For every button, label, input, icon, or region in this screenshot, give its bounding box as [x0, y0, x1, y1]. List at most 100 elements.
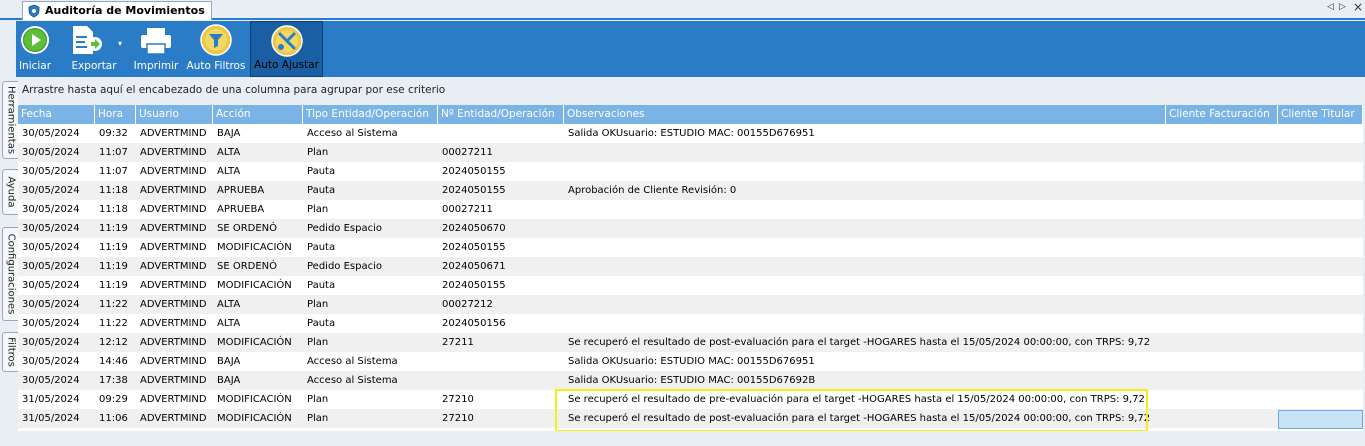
cell-cliente-facturacion[interactable] [1166, 219, 1278, 238]
cell-usuario[interactable]: ADVERTMIND [136, 409, 213, 428]
cell-usuario[interactable]: ADVERTMIND [136, 200, 213, 219]
cell-usuario[interactable]: ADVERTMIND [136, 352, 213, 371]
cell-accion[interactable]: SE ORDENÓ [213, 257, 303, 276]
auto-ajustar-button[interactable]: Auto Ajustar [250, 21, 323, 77]
cell-tipo-entidad[interactable]: Acceso al Sistema [303, 371, 438, 390]
cell-accion[interactable]: ALTA [213, 314, 303, 333]
cell-fecha[interactable]: 30/05/2024 [18, 124, 95, 143]
cell-hora[interactable]: 11:06 [95, 409, 136, 428]
table-row[interactable]: 30/05/2024 17:38 ADVERTMIND BAJA Acceso al S… [18, 371, 1363, 390]
cell-accion[interactable]: APRUEBA [213, 181, 303, 200]
column-header-observaciones[interactable]: Observaciones [564, 105, 1166, 124]
cell-observaciones[interactable]: Se recuperó el resultado de post-evaluac… [564, 409, 1166, 428]
cell-cliente-facturacion[interactable] [1166, 390, 1278, 409]
cell-cliente-facturacion[interactable] [1166, 162, 1278, 181]
cell-observaciones[interactable] [564, 257, 1166, 276]
cell-cliente-facturacion[interactable] [1166, 200, 1278, 219]
tab-scroll-left-icon[interactable]: ◁ [1327, 2, 1334, 12]
cell-tipo-entidad[interactable]: Plan [303, 200, 438, 219]
cell-cliente-titular[interactable] [1278, 295, 1363, 314]
cell-cliente-titular[interactable] [1278, 371, 1363, 390]
cell-usuario[interactable]: ADVERTMIND [136, 257, 213, 276]
cell-observaciones[interactable] [564, 238, 1166, 257]
cell-observaciones[interactable]: Salida OKUsuario: ESTUDIO MAC: 00155D676… [564, 352, 1166, 371]
table-row[interactable]: 30/05/2024 11:19 ADVERTMIND SE ORDENÓ Pedido… [18, 219, 1363, 238]
cell-tipo-entidad[interactable]: Pedido Espacio [303, 257, 438, 276]
cell-numero-entidad[interactable] [438, 124, 564, 143]
cell-tipo-entidad[interactable]: Pauta [303, 238, 438, 257]
table-row[interactable]: 30/05/2024 14:46 ADVERTMIND BAJA Acceso al S… [18, 352, 1363, 371]
cell-cliente-titular[interactable] [1278, 181, 1363, 200]
cell-cliente-facturacion[interactable] [1166, 181, 1278, 200]
cell-usuario[interactable]: ADVERTMIND [136, 181, 213, 200]
cell-observaciones[interactable] [564, 314, 1166, 333]
cell-usuario[interactable]: ADVERTMIND [136, 333, 213, 352]
cell-accion[interactable]: BAJA [213, 124, 303, 143]
cell-hora[interactable]: 11:18 [95, 200, 136, 219]
column-header-cliente-titular[interactable]: Cliente Titular [1278, 105, 1363, 124]
cell-fecha[interactable]: 30/05/2024 [18, 276, 95, 295]
cell-cliente-titular[interactable] [1278, 219, 1363, 238]
cell-hora[interactable]: 11:22 [95, 295, 136, 314]
column-header-fecha[interactable]: Fecha [18, 105, 95, 124]
cell-cliente-titular[interactable] [1278, 162, 1363, 181]
table-row[interactable]: 30/05/2024 11:22 ADVERTMIND ALTA Plan 0002721… [18, 295, 1363, 314]
tab-auditoria-movimientos[interactable]: Auditoría de Movimientos [22, 1, 212, 20]
table-row[interactable]: 31/05/2024 09:29 ADVERTMIND MODIFICACIÓN Pla… [18, 390, 1363, 409]
cell-numero-entidad[interactable]: 2024050155 [438, 162, 564, 181]
sidebar-tab-ayuda[interactable]: Ayuda [2, 169, 18, 215]
cell-hora[interactable]: 11:19 [95, 276, 136, 295]
cell-accion[interactable]: ALTA [213, 162, 303, 181]
cell-usuario[interactable]: ADVERTMIND [136, 295, 213, 314]
cell-numero-entidad[interactable]: 27210 [438, 409, 564, 428]
cell-numero-entidad[interactable]: 00027212 [438, 295, 564, 314]
group-by-panel[interactable]: Arrastre hasta aquí el encabezado de una… [18, 78, 1365, 104]
cell-cliente-facturacion[interactable] [1166, 276, 1278, 295]
cell-observaciones[interactable] [564, 295, 1166, 314]
cell-cliente-facturacion[interactable] [1166, 314, 1278, 333]
cell-fecha[interactable]: 30/05/2024 [18, 257, 95, 276]
cell-hora[interactable]: 12:12 [95, 333, 136, 352]
cell-numero-entidad[interactable]: 00027211 [438, 200, 564, 219]
cell-hora[interactable]: 11:22 [95, 314, 136, 333]
cell-fecha[interactable]: 30/05/2024 [18, 181, 95, 200]
cell-numero-entidad[interactable]: 2024050155 [438, 181, 564, 200]
cell-cliente-facturacion[interactable] [1166, 257, 1278, 276]
table-row[interactable]: 30/05/2024 11:19 ADVERTMIND MODIFICACIÓN Pau… [18, 238, 1363, 257]
cell-cliente-facturacion[interactable] [1166, 409, 1278, 428]
column-header-hora[interactable]: Hora [95, 105, 136, 124]
cell-hora[interactable]: 14:46 [95, 352, 136, 371]
table-row[interactable]: 30/05/2024 11:22 ADVERTMIND ALTA Pauta 202405… [18, 314, 1363, 333]
cell-hora[interactable]: 11:19 [95, 219, 136, 238]
cell-observaciones[interactable] [564, 276, 1166, 295]
cell-fecha[interactable]: 30/05/2024 [18, 238, 95, 257]
table-row[interactable]: 30/05/2024 09:32 ADVERTMIND BAJA Acceso al S… [18, 124, 1363, 143]
cell-tipo-entidad[interactable]: Plan [303, 390, 438, 409]
cell-cliente-titular[interactable] [1278, 257, 1363, 276]
table-row[interactable]: 30/05/2024 11:18 ADVERTMIND APRUEBA Pauta 202… [18, 181, 1363, 200]
cell-observaciones[interactable] [564, 143, 1166, 162]
cell-usuario[interactable]: ADVERTMIND [136, 238, 213, 257]
cell-fecha[interactable]: 30/05/2024 [18, 314, 95, 333]
cell-fecha[interactable]: 30/05/2024 [18, 219, 95, 238]
cell-usuario[interactable]: ADVERTMIND [136, 124, 213, 143]
cell-cliente-titular[interactable] [1278, 238, 1363, 257]
column-header-tipo-entidad[interactable]: Tipo Entidad/Operación [303, 105, 438, 124]
cell-accion[interactable]: BAJA [213, 352, 303, 371]
auto-filtros-button[interactable]: Auto Filtros [184, 21, 248, 77]
cell-cliente-facturacion[interactable] [1166, 295, 1278, 314]
cell-observaciones[interactable] [564, 200, 1166, 219]
cell-tipo-entidad[interactable]: Pauta [303, 162, 438, 181]
iniciar-button[interactable]: Iniciar [16, 21, 54, 77]
cell-tipo-entidad[interactable]: Acceso al Sistema [303, 352, 438, 371]
cell-numero-entidad[interactable]: 2024050155 [438, 238, 564, 257]
cell-cliente-facturacion[interactable] [1166, 352, 1278, 371]
cell-fecha[interactable]: 30/05/2024 [18, 200, 95, 219]
cell-fecha[interactable]: 30/05/2024 [18, 371, 95, 390]
cell-hora[interactable]: 11:07 [95, 143, 136, 162]
table-row[interactable]: 30/05/2024 11:07 ADVERTMIND ALTA Pauta 202405… [18, 162, 1363, 181]
cell-cliente-titular[interactable] [1278, 124, 1363, 143]
cell-accion[interactable]: MODIFICACIÓN [213, 390, 303, 409]
cell-observaciones[interactable]: Se recuperó el resultado de pre-evaluaci… [564, 390, 1166, 409]
cell-accion[interactable]: BAJA [213, 371, 303, 390]
